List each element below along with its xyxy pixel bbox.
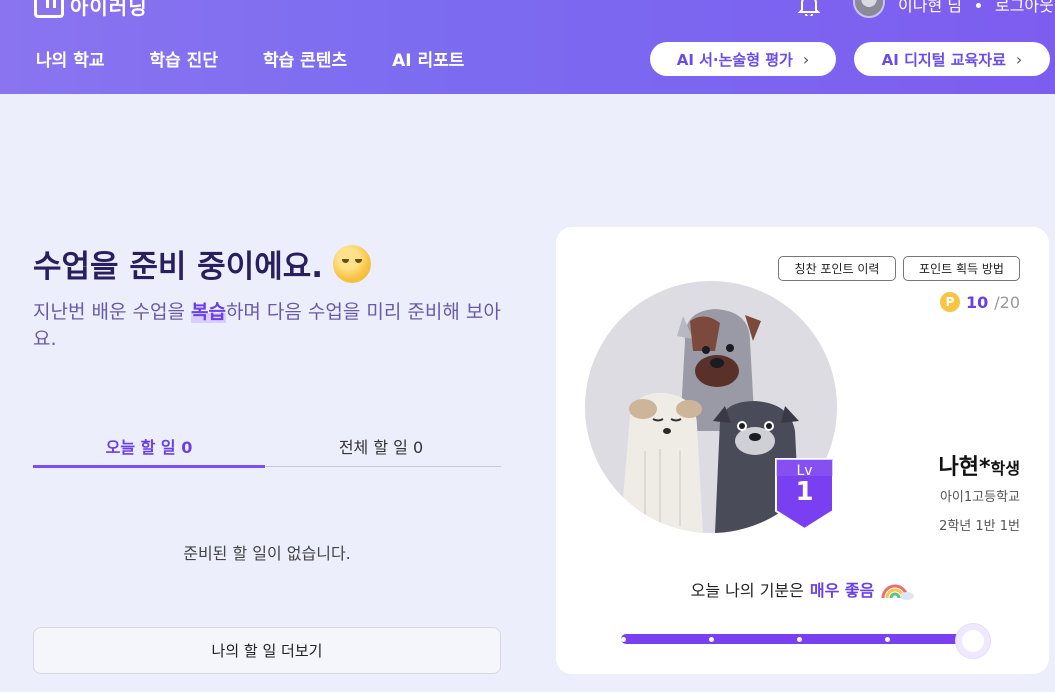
mood-slider-step[interactable] [621, 637, 626, 642]
bell-icon[interactable] [796, 0, 822, 16]
level-display: Lv 1 [772, 463, 837, 505]
logo[interactable]: 아이러닝 [34, 0, 148, 19]
student-name-text: 나현* [938, 455, 991, 480]
mood-value: 매우 좋음 [809, 581, 875, 600]
praise-point-history-button[interactable]: 칭찬 포인트 이력 [778, 256, 896, 281]
chevron-right-icon: › [1015, 49, 1023, 69]
relieved-face-icon [333, 244, 372, 283]
profile-card: 칭찬 포인트 이력 포인트 획득 방법 P 10 /20 Lv 1 나현*학생 … [556, 227, 1049, 674]
empty-message: 준비된 할 일이 없습니다. [183, 544, 351, 563]
points-current: 10 [965, 292, 989, 312]
student-name: 나현*학생 [939, 449, 1020, 481]
page-subtitle: 지난번 배운 수업을 복습하며 다음 수업을 미리 준비해 보아요. [33, 299, 503, 353]
class-info: 2학년 1반 1번 [939, 519, 1020, 534]
top-header: 아이러닝 이나현 님 로그아웃 나의 학교 학습 진단 학습 콘텐츠 AI 리포트… [0, 0, 1055, 94]
nav-learning-content[interactable]: 학습 콘텐츠 [263, 46, 347, 71]
chevron-right-icon: › [802, 49, 810, 69]
nav-ai-report[interactable]: AI 리포트 [392, 46, 464, 71]
page-title: 수업을 준비 중이에요. [33, 241, 372, 286]
mood-slider-step[interactable] [709, 637, 714, 642]
mood-slider-track[interactable] [621, 634, 974, 644]
mood-slider-knob[interactable] [956, 624, 990, 658]
logo-text: 아이러닝 [70, 0, 148, 19]
avatar[interactable] [853, 0, 885, 18]
mood-slider-step[interactable] [797, 637, 802, 642]
ai-digital-material-button[interactable]: AI 디지털 교육자료 › [854, 42, 1050, 76]
page-title-text: 수업을 준비 중이에요. [33, 249, 324, 285]
mood-slider-step[interactable] [885, 637, 890, 642]
nav-my-school[interactable]: 나의 학교 [36, 46, 104, 71]
mood-prefix: 오늘 나의 기분은 [690, 581, 804, 600]
todo-tabs: 오늘 할 일 0 전체 할 일 0 [33, 424, 501, 468]
student-role: 학생 [990, 459, 1020, 478]
mood-status: 오늘 나의 기분은 매우 좋음 [556, 577, 1049, 601]
ai-essay-eval-button[interactable]: AI 서·논술형 평가 › [650, 42, 836, 76]
tab-today-todo[interactable]: 오늘 할 일 0 [33, 424, 265, 468]
point-coin-icon: P [939, 292, 960, 312]
logo-mark-icon [34, 0, 64, 18]
separator-dot [975, 2, 981, 8]
ai-digital-material-label: AI 디지털 교육자료 [881, 50, 1006, 69]
user-menu: 이나현 님 로그아웃 [898, 0, 1054, 16]
main-nav: 나의 학교 학습 진단 학습 콘텐츠 AI 리포트 [36, 46, 509, 71]
more-todo-button[interactable]: 나의 할 일 더보기 [33, 627, 501, 674]
subtitle-before: 지난번 배운 수업을 [33, 301, 191, 323]
point-guide-button[interactable]: 포인트 획득 방법 [903, 256, 1020, 281]
school-name: 아이1고등학교 [939, 490, 1020, 505]
ai-essay-eval-label: AI 서·논술형 평가 [676, 50, 793, 69]
point-counter: P 10 /20 [939, 292, 1020, 312]
user-name: 이나현 님 [898, 0, 962, 15]
nav-learning-diagnosis[interactable]: 학습 진단 [149, 46, 217, 71]
logout-link[interactable]: 로그아웃 [995, 0, 1054, 15]
rainbow-icon [881, 584, 915, 600]
tab-all-todo[interactable]: 전체 할 일 0 [265, 424, 497, 466]
points-total: /20 [994, 292, 1020, 312]
subtitle-highlight: 복습 [190, 301, 226, 323]
level-value: 1 [795, 477, 814, 507]
